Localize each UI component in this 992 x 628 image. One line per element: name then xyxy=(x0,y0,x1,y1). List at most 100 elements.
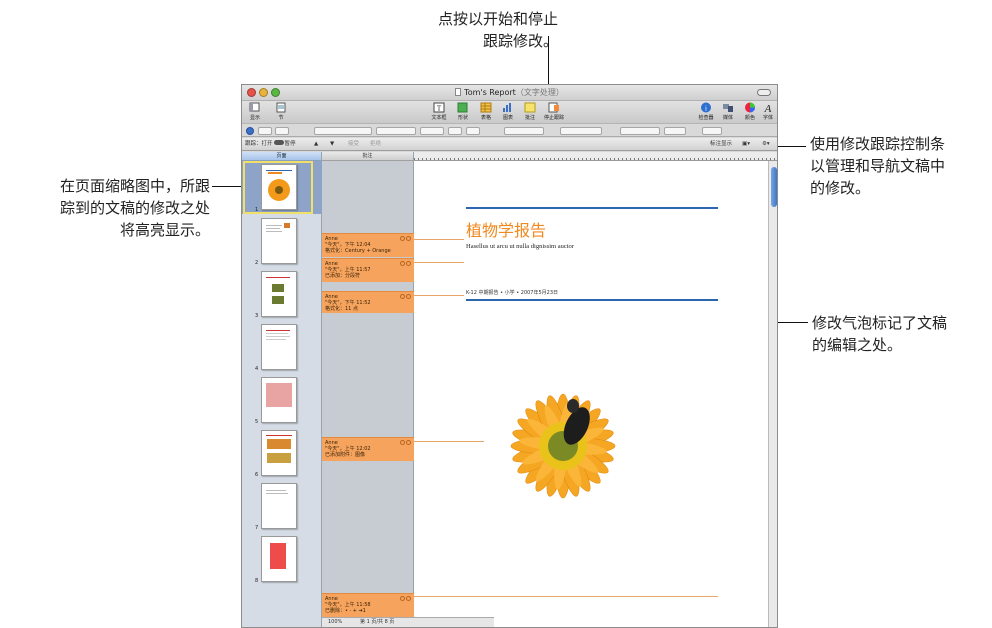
zoom-level[interactable]: 100% xyxy=(328,618,342,627)
shapes-button-label: 形状 xyxy=(457,115,468,121)
vertical-scrollbar[interactable] xyxy=(768,161,777,627)
fonts-button[interactable]: A 字体 xyxy=(757,102,777,121)
change-leader-line xyxy=(414,441,484,442)
comment-icon xyxy=(524,102,536,113)
tracking-status: 跟踪：打开 暂停 xyxy=(245,138,296,150)
alignment-buttons[interactable] xyxy=(560,127,602,135)
toolbar-toggle-button[interactable] xyxy=(757,89,771,96)
tracking-toggle[interactable] xyxy=(273,140,284,145)
view-button[interactable]: 显示 xyxy=(244,102,266,121)
table-icon xyxy=(480,102,492,113)
accept-reject-icons[interactable] xyxy=(399,440,411,445)
change-bubble[interactable]: Anne "今天"，下午 11:52 格式化：11 点 xyxy=(322,291,414,313)
highlight-color-well[interactable] xyxy=(466,127,480,135)
image-page-thumbnail-icon xyxy=(266,435,292,463)
textbox-icon: T xyxy=(433,102,445,113)
font-typeface-popup[interactable] xyxy=(376,127,416,135)
textbox-button[interactable]: T 文本框 xyxy=(428,102,450,121)
scrollbar-thumb[interactable] xyxy=(771,167,777,207)
inspector-button[interactable]: i 检查器 xyxy=(695,102,717,121)
page-thumbnail-image xyxy=(261,536,297,582)
line-spacing-popup[interactable] xyxy=(620,127,660,135)
columns-popup[interactable] xyxy=(664,127,686,135)
accept-reject-icons[interactable] xyxy=(399,236,411,241)
accept-reject-icons[interactable] xyxy=(399,261,411,266)
stop-tracking-label: 停止跟踪 xyxy=(543,115,564,121)
text-page-thumbnail-icon xyxy=(266,490,288,494)
title-rule-top xyxy=(466,207,718,209)
sections-button[interactable]: 节 xyxy=(270,102,292,121)
markup-view-popup[interactable]: ▣▾ xyxy=(742,138,750,150)
accept-reject-icons[interactable] xyxy=(399,596,411,601)
stop-tracking-button[interactable]: 停止跟踪 xyxy=(541,102,567,121)
comment-button-label: 批注 xyxy=(524,115,535,121)
image-page-thumbnail-icon xyxy=(270,543,286,569)
page-thumbnail[interactable]: 6 xyxy=(242,426,322,479)
document-meta[interactable]: K-12 中期报告 • 小学 • 2007年5月23日 xyxy=(466,289,558,296)
change-bubble[interactable]: Anne "今天"，上午 11:58 已删除：• · + ➜1 xyxy=(322,593,414,617)
tracking-label: 跟踪： xyxy=(245,141,262,147)
window-title-suffix: （文字处理） xyxy=(515,88,564,97)
page-thumbnail[interactable]: 5 xyxy=(242,373,322,426)
reject-change-button[interactable]: 拒绝 xyxy=(370,138,381,150)
document-subtitle[interactable]: Hasellus ut arcu ut nulla dignissim auct… xyxy=(466,243,574,250)
change-bubble[interactable]: Anne "今天"，上午 12:02 已添加附件：图像 xyxy=(322,437,414,461)
svg-text:T: T xyxy=(437,105,442,113)
page-thumbnail[interactable]: 2 xyxy=(242,214,322,267)
font-family-popup[interactable] xyxy=(314,127,372,135)
callout-line: 踪到的文稿的修改之处 xyxy=(59,199,210,217)
media-icon xyxy=(723,104,733,112)
bubble-change: 已添加附件：图像 xyxy=(325,452,366,458)
sections-icon xyxy=(276,102,286,113)
horizontal-ruler[interactable] xyxy=(414,152,777,161)
style-drawer-button[interactable] xyxy=(246,127,254,135)
text-color-well[interactable] xyxy=(448,127,462,135)
font-size-popup[interactable] xyxy=(420,127,444,135)
title-rule-bottom xyxy=(466,299,718,301)
status-bar: 100% 第 1 页/共 8 页 xyxy=(322,617,494,627)
media-button[interactable]: 媒体 xyxy=(717,102,739,121)
list-popup[interactable] xyxy=(702,127,722,135)
accept-change-button[interactable]: 接受 xyxy=(348,138,359,150)
format-bar xyxy=(242,123,777,137)
callout-line: 在页面缩略图中，所跟 xyxy=(59,177,210,195)
callout-line: 的修改。 xyxy=(810,179,871,197)
flower-image[interactable] xyxy=(478,321,648,561)
document-canvas: 植物学报告 Hasellus ut arcu ut nulla dignissi… xyxy=(414,152,777,627)
page-number: 7 xyxy=(255,525,259,531)
character-style-popup[interactable] xyxy=(275,127,289,135)
callout-change-bubble: 修改气泡标记了文稿 的编辑之处。 xyxy=(812,312,992,356)
callout-line: 点按以开始和停止 xyxy=(437,10,558,28)
page-thumbnail[interactable]: 3 xyxy=(242,267,322,320)
page-thumbnail[interactable]: 4 xyxy=(242,320,322,373)
page-thumbnail-image xyxy=(261,218,297,264)
comment-button[interactable]: 批注 xyxy=(519,102,541,121)
gear-icon[interactable]: ⚙▾ xyxy=(762,138,770,150)
paragraph-style-popup[interactable] xyxy=(258,127,272,135)
change-leader-line xyxy=(414,239,464,240)
chart-button[interactable]: 图表 xyxy=(497,102,519,121)
bubble-change: 已添加：分段符 xyxy=(325,273,361,279)
change-bubble[interactable]: Anne "今天"，上午 11:57 已添加：分段符 xyxy=(322,258,414,282)
bold-italic-underline-buttons[interactable] xyxy=(504,127,544,135)
document-page[interactable]: 植物学报告 Hasellus ut arcu ut nulla dignissi… xyxy=(414,161,768,627)
fonts-button-label: 字体 xyxy=(762,115,773,121)
track-changes-icon xyxy=(548,102,559,113)
page-indicator: 第 1 页/共 8 页 xyxy=(360,619,395,625)
document-title[interactable]: 植物学报告 xyxy=(466,217,546,241)
tracking-on-label: 打开 xyxy=(261,141,273,147)
shapes-button[interactable]: 形状 xyxy=(452,102,474,121)
previous-change-icon[interactable]: ▲ xyxy=(314,138,318,150)
accept-reject-icons[interactable] xyxy=(399,294,411,299)
callout-tracking-bar: 使用修改跟踪控制条 以管理和导航文稿中 的修改。 xyxy=(810,133,990,199)
view-button-label: 显示 xyxy=(249,115,260,121)
window-title-text: Tom's Report xyxy=(464,88,516,97)
table-button-label: 表格 xyxy=(480,115,491,121)
page-thumbnail[interactable]: 7 xyxy=(242,479,322,532)
page-thumbnails-sidebar: 页面 1 2 3 4 5 6 7 8 xyxy=(242,152,322,627)
change-bubble[interactable]: Anne "今天"，下午 12:04 格式化：Century + Orange xyxy=(322,233,414,257)
next-change-icon[interactable]: ▼ xyxy=(330,138,334,150)
table-button[interactable]: 表格 xyxy=(475,102,497,121)
page-thumbnail[interactable]: 8 xyxy=(242,532,322,585)
page-thumbnail-image xyxy=(261,430,297,476)
